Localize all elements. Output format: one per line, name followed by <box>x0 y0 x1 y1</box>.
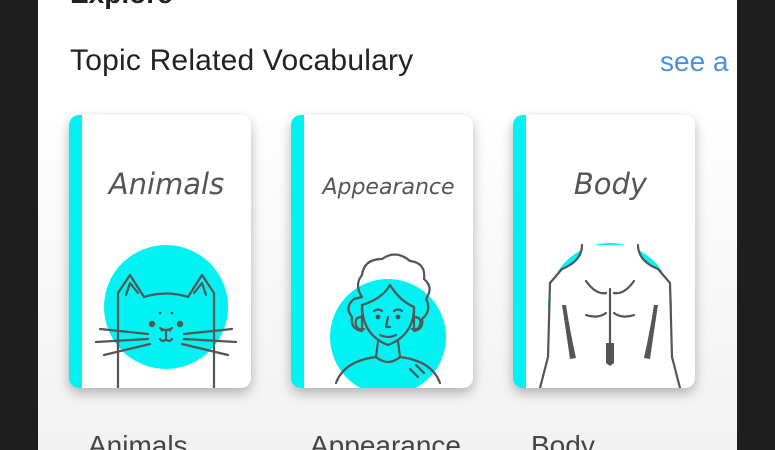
card-spine <box>513 115 526 388</box>
device-bezel-left <box>0 0 38 450</box>
card-title: Appearance <box>322 175 455 200</box>
back-anatomy-icon <box>538 243 682 388</box>
card-title: Animals <box>108 167 225 201</box>
topic-card-body[interactable]: Body <box>513 115 695 388</box>
topic-label-appearance[interactable]: Appearance <box>310 430 461 450</box>
see-all-link[interactable]: see a <box>660 46 729 78</box>
device-bezel-right <box>737 0 775 450</box>
topic-card-appearance[interactable]: Appearance <box>291 115 473 388</box>
cat-icon <box>94 245 238 388</box>
section-title: Topic Related Vocabulary <box>70 44 414 77</box>
card-spine <box>69 115 82 388</box>
woman-face-icon <box>330 253 446 388</box>
card-title: Body <box>573 167 648 201</box>
page-title: Explore <box>70 0 173 10</box>
topic-card-animals[interactable]: Animals <box>69 115 251 388</box>
topic-label-animals[interactable]: Animals <box>88 430 188 450</box>
card-spine <box>291 115 304 388</box>
topic-label-body[interactable]: Body <box>531 430 595 450</box>
app-screen: Explore Topic Related Vocabulary see a A… <box>38 0 737 450</box>
